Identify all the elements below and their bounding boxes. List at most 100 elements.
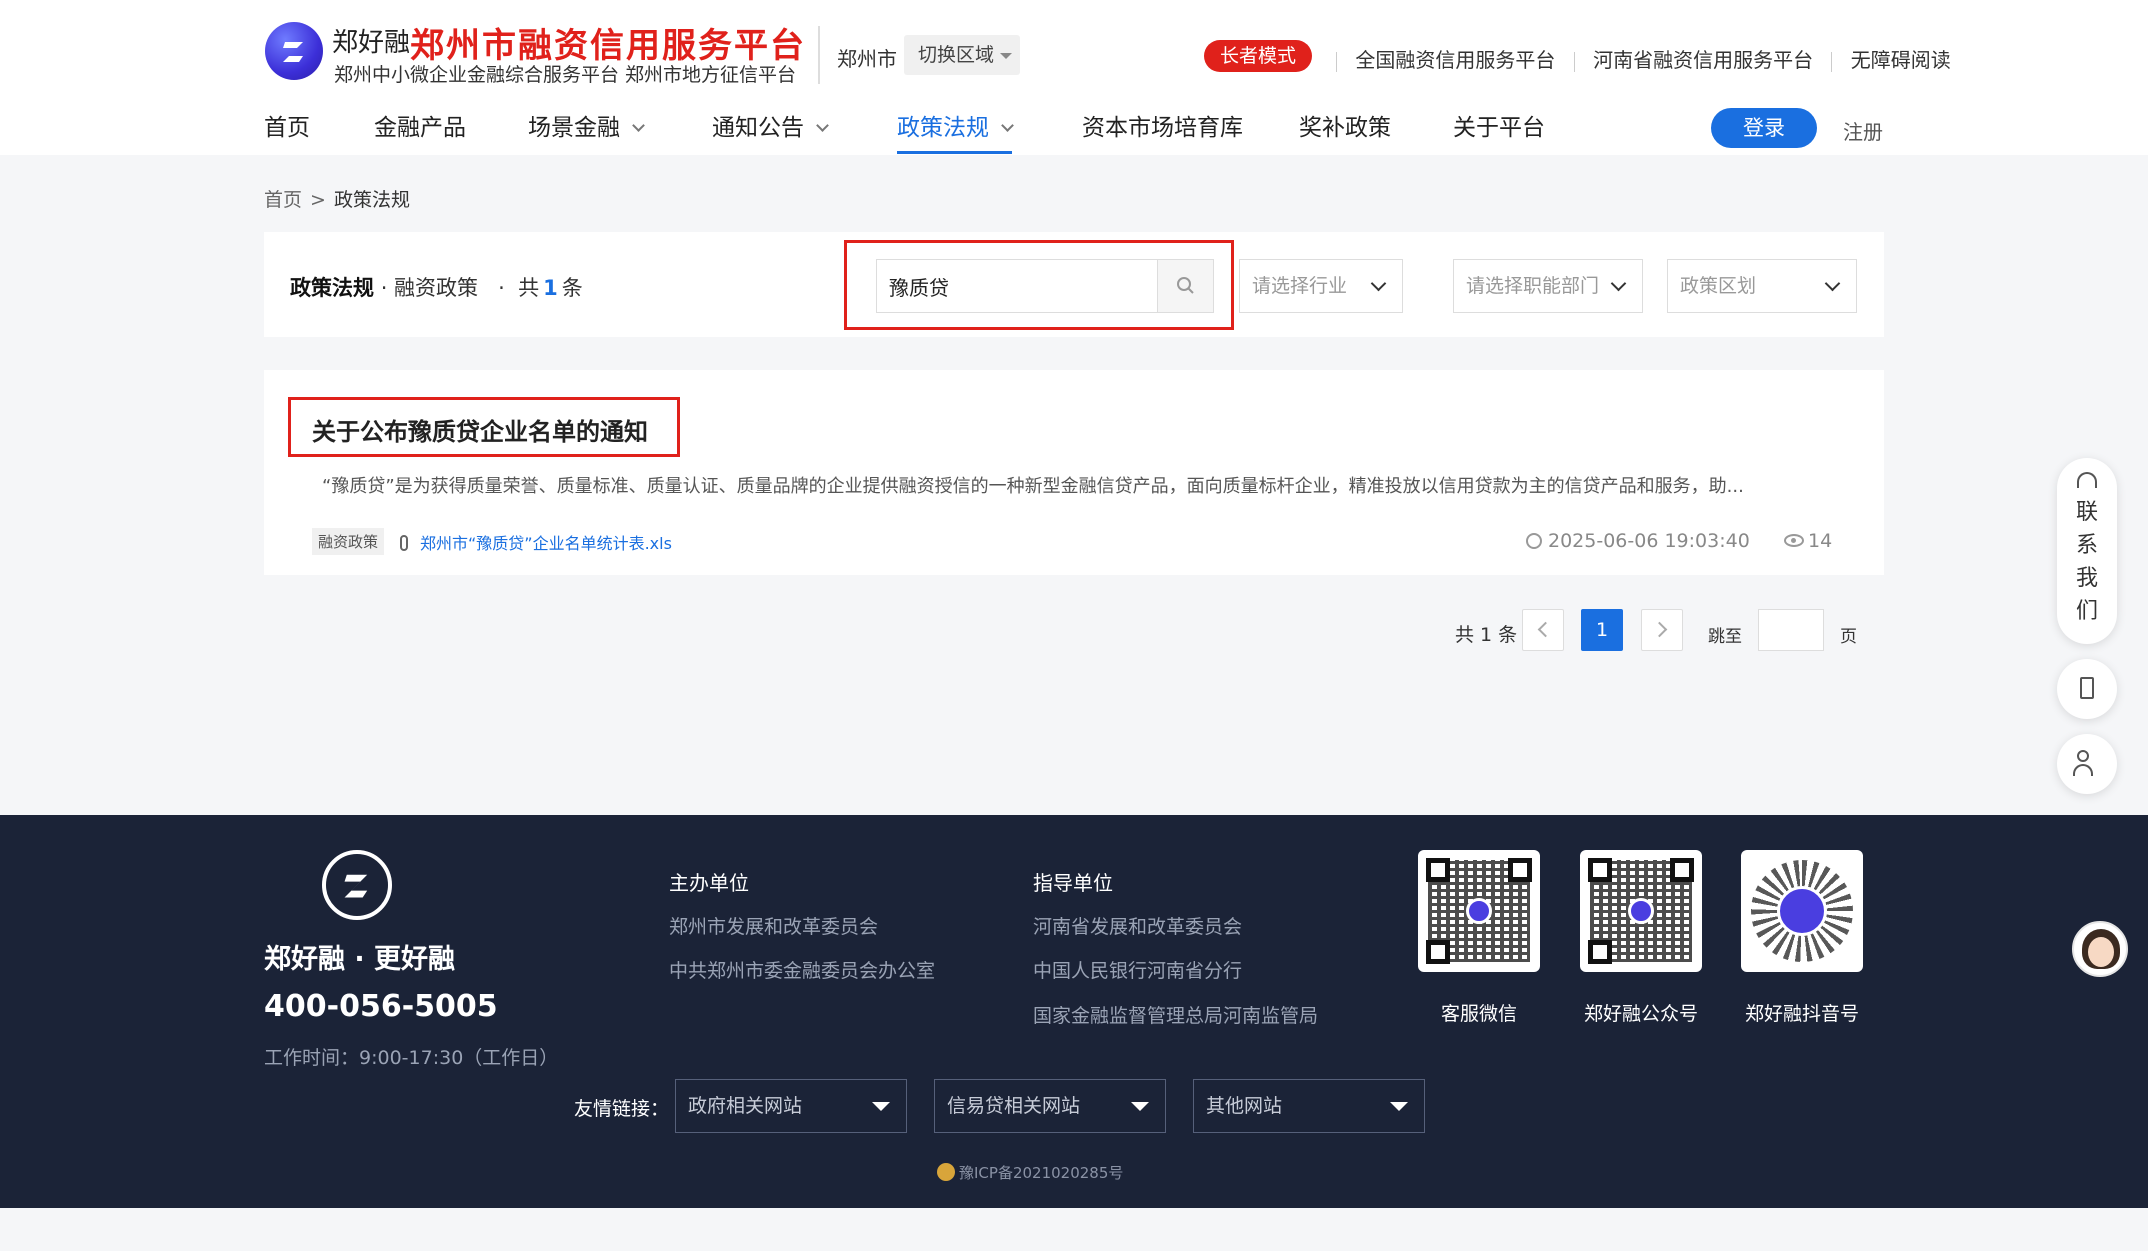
- paperclip-icon: [400, 535, 408, 551]
- chevron-down-icon: [1824, 275, 1841, 292]
- total-suffix: 条: [561, 276, 583, 300]
- department-select[interactable]: 请选择职能部门: [1453, 259, 1643, 313]
- footer-hours: 工作时间：9:00-17:30（工作日）: [264, 1047, 559, 1069]
- divider: [1336, 51, 1337, 72]
- guide-link[interactable]: 中国人民银行河南省分行: [1033, 956, 1242, 983]
- gov-sites-select[interactable]: 政府相关网站: [675, 1079, 907, 1133]
- list-heading: 政策法规 · 融资政策 · 共1条: [290, 272, 583, 302]
- breadcrumb: 首页 > 政策法规: [264, 185, 410, 212]
- breadcrumb-current: 政策法规: [333, 189, 410, 211]
- divider: [818, 26, 820, 84]
- search-input[interactable]: [877, 260, 1159, 312]
- page-1-button[interactable]: 1: [1581, 609, 1623, 651]
- avatar-face: [2088, 937, 2114, 967]
- qr-label: 郑好融抖音号: [1745, 1003, 1860, 1025]
- next-page-button[interactable]: [1641, 609, 1683, 651]
- contact-us-button[interactable]: 联 系 我 们: [2057, 458, 2117, 644]
- select-label: 信易贷相关网站: [947, 1095, 1081, 1117]
- total-count: 1: [543, 276, 558, 300]
- attachment-link[interactable]: 郑州市“豫质贷”企业名单统计表.xls: [400, 530, 672, 554]
- user-body-icon: [2073, 764, 2093, 776]
- select-label: 其他网站: [1206, 1095, 1283, 1117]
- nav-label: 政策法规: [897, 115, 989, 141]
- region-select[interactable]: 政策区划: [1667, 259, 1857, 313]
- pager-total: 共 1 条: [1455, 624, 1518, 646]
- industry-placeholder: 请选择行业: [1252, 275, 1348, 297]
- qr-label: 郑好融公众号: [1584, 1003, 1699, 1025]
- qr-finder: [1670, 858, 1694, 882]
- top-links: 全国融资信用服务平台 河南省融资信用服务平台 无障碍阅读: [1324, 44, 1951, 73]
- host-title: 主办单位: [669, 871, 749, 895]
- chevron-down-icon: [1001, 119, 1014, 132]
- contact-char: 联: [2075, 500, 2098, 525]
- nav-financial-products[interactable]: 金融产品: [374, 108, 466, 156]
- nav-capital-market[interactable]: 资本市场培育库: [1082, 108, 1243, 156]
- guide-link[interactable]: 国家金融监督管理总局河南监管局: [1033, 1001, 1318, 1028]
- qr-logo-icon: [1777, 886, 1827, 936]
- icp-record[interactable]: 豫ICP备2021020285号: [937, 1162, 1123, 1183]
- prev-page-button[interactable]: [1522, 609, 1564, 651]
- headset-icon: [2077, 472, 2097, 488]
- nav-home[interactable]: 首页: [264, 108, 310, 156]
- total-prefix: 共: [518, 276, 540, 300]
- caret-down-icon: [1131, 1102, 1149, 1111]
- user-icon: [2077, 750, 2089, 762]
- henan-platform-link[interactable]: 河南省融资信用服务平台: [1593, 48, 1813, 72]
- icp-number: 豫ICP备2021020285号: [959, 1164, 1124, 1182]
- friend-links-label: 友情链接：: [574, 1098, 670, 1120]
- switch-area-button[interactable]: 切换区域: [904, 35, 1020, 75]
- national-platform-link[interactable]: 全国融资信用服务平台: [1355, 48, 1555, 72]
- brand-short-name: 郑好融: [332, 28, 411, 58]
- site-header: 郑好融 郑州市融资信用服务平台 郑州中小微企业金融综合服务平台 郑州市地方征信平…: [0, 0, 2148, 155]
- industry-select[interactable]: 请选择行业: [1239, 259, 1403, 313]
- official-account-qr-code: [1580, 850, 1702, 972]
- search-box: [876, 259, 1214, 313]
- douyin-qr-code: [1741, 850, 1863, 972]
- nav-subsidy-policies[interactable]: 奖补政策: [1299, 108, 1391, 156]
- nav-label: 奖补政策: [1299, 115, 1391, 141]
- user-service-button[interactable]: [2057, 734, 2117, 794]
- qr-finder: [1588, 858, 1612, 882]
- contact-us-label: 联 系 我 们: [2075, 496, 2099, 628]
- nav-label: 资本市场培育库: [1082, 115, 1243, 141]
- nav-label: 首页: [264, 115, 310, 141]
- host-link[interactable]: 郑州市发展和改革委员会: [669, 912, 878, 939]
- result-title[interactable]: 关于公布豫质贷企业名单的通知: [312, 412, 648, 447]
- chevron-down-icon: [632, 119, 645, 132]
- guide-link[interactable]: 河南省发展和改革委员会: [1033, 912, 1242, 939]
- publish-time-value: 2025-06-06 19:03:40: [1548, 530, 1750, 552]
- attachment-name: 郑州市“豫质贷”企业名单统计表.xls: [420, 534, 672, 553]
- host-link[interactable]: 中共郑州市委金融委员会办公室: [669, 956, 935, 983]
- bottom-strip: [0, 1208, 2148, 1251]
- contact-char: 我: [2075, 566, 2098, 591]
- accessibility-link[interactable]: 无障碍阅读: [1851, 48, 1951, 72]
- chevron-left-icon: [1537, 621, 1554, 638]
- search-button[interactable]: [1157, 260, 1213, 312]
- contact-char: 们: [2075, 599, 2098, 624]
- mobile-button[interactable]: [2057, 659, 2117, 719]
- list-item: 关于公布豫质贷企业名单的通知 “豫质贷”是为获得质量荣誉、质量标准、质量认证、质…: [264, 370, 1884, 575]
- breadcrumb-home[interactable]: 首页: [264, 189, 302, 211]
- nav-policies[interactable]: 政策法规: [897, 108, 1014, 156]
- chevron-down-icon: [1370, 275, 1387, 292]
- view-count: 14: [1784, 530, 1832, 552]
- nav-about[interactable]: 关于平台: [1453, 108, 1545, 156]
- jump-page-input[interactable]: [1758, 609, 1824, 651]
- credit-loan-sites-select[interactable]: 信易贷相关网站: [934, 1079, 1166, 1133]
- customer-service-avatar[interactable]: [2072, 921, 2128, 977]
- nav-scene-finance[interactable]: 场景金融: [528, 108, 645, 156]
- nav-label: 通知公告: [712, 115, 804, 141]
- elder-mode-button[interactable]: 长者模式: [1204, 40, 1312, 72]
- nav-notices[interactable]: 通知公告: [712, 108, 829, 156]
- register-link[interactable]: 注册: [1843, 116, 1883, 145]
- platform-logo-icon[interactable]: [265, 22, 323, 80]
- footer-logo-icon: [322, 850, 392, 920]
- other-sites-select[interactable]: 其他网站: [1193, 1079, 1425, 1133]
- search-icon: [1177, 277, 1194, 294]
- chevron-down-icon: [1610, 275, 1627, 292]
- login-button[interactable]: 登录: [1711, 108, 1817, 148]
- main-nav: 首页 金融产品 场景金融 通知公告 政策法规 资本市场培育库 奖补政策 关于平台: [0, 108, 2148, 156]
- region-placeholder: 政策区划: [1680, 275, 1757, 297]
- filter-bar: 政策法规 · 融资政策 · 共1条 请选择行业 请选择职能部门 政策区划: [264, 232, 1884, 337]
- qr-finder: [1426, 940, 1450, 964]
